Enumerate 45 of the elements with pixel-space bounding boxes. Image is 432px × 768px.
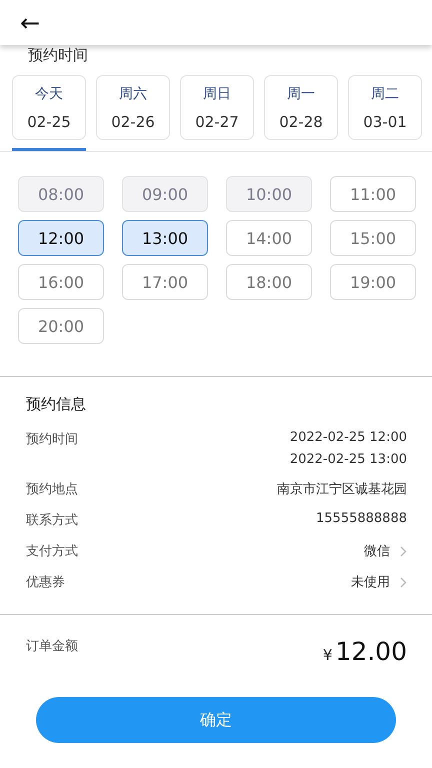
chevron-icon[interactable] (400, 546, 407, 556)
weekday-label: 周二 (371, 84, 399, 102)
time-slot[interactable]: 14:00 (226, 220, 312, 256)
info-value: 微信 (364, 543, 390, 560)
date-label: 02-25 (27, 112, 71, 130)
weekday-label: 周日 (203, 84, 231, 102)
section-title: 预约时间 (27, 45, 89, 65)
info-value: 2022-02-25 12:00 (290, 430, 407, 445)
time-slot[interactable]: 15:00 (330, 220, 416, 256)
time-slot[interactable]: 19:00 (330, 264, 416, 300)
info-label: 支付方式 (26, 543, 78, 560)
confirm-button[interactable]: 确定 (36, 697, 396, 743)
time-slot[interactable]: 16:00 (18, 264, 104, 300)
info-label: 预约地点 (26, 481, 78, 498)
total-amount: 12.00 (335, 637, 407, 666)
date-tab[interactable]: 今天 02-25 (12, 75, 86, 140)
currency-sign: ¥ (322, 646, 332, 664)
chevron-icon[interactable] (400, 576, 407, 588)
time-slot[interactable]: 12:00 (18, 220, 104, 256)
weekday-label: 周六 (119, 84, 147, 102)
weekday-label: 周一 (287, 84, 315, 102)
date-label: 03-01 (363, 112, 407, 130)
time-slot[interactable]: 17:00 (122, 264, 208, 300)
date-label: 02-28 (279, 112, 323, 130)
date-label: 02-26 (111, 112, 155, 130)
time-slot[interactable]: 13:00 (122, 220, 208, 256)
time-slot[interactable]: 20:00 (18, 308, 104, 344)
info-value: 15555888888 (316, 511, 407, 526)
date-tab[interactable]: 周二 03-01 (348, 75, 422, 140)
info-value: 南京市江宁区诚基花园 (277, 481, 407, 498)
section-title: 预约信息 (26, 395, 87, 414)
info-label: 联系方式 (26, 512, 78, 529)
info-value: 未使用 (351, 574, 390, 591)
info-label: 预约时间 (26, 431, 78, 448)
info-label: 优惠券 (26, 574, 65, 591)
weekday-label: 今天 (35, 84, 63, 102)
time-slot[interactable]: 18:00 (226, 264, 312, 300)
date-tab[interactable]: 周六 02-26 (96, 75, 170, 140)
back-button[interactable]: ← (20, 10, 40, 34)
date-tab[interactable]: 周日 02-27 (180, 75, 254, 140)
date-label: 02-27 (195, 112, 239, 130)
info-value: 2022-02-25 13:00 (290, 452, 407, 467)
date-tab[interactable]: 周一 02-28 (264, 75, 338, 140)
time-slot[interactable]: 11:00 (330, 176, 416, 212)
total-label: 订单金额 (26, 638, 78, 655)
